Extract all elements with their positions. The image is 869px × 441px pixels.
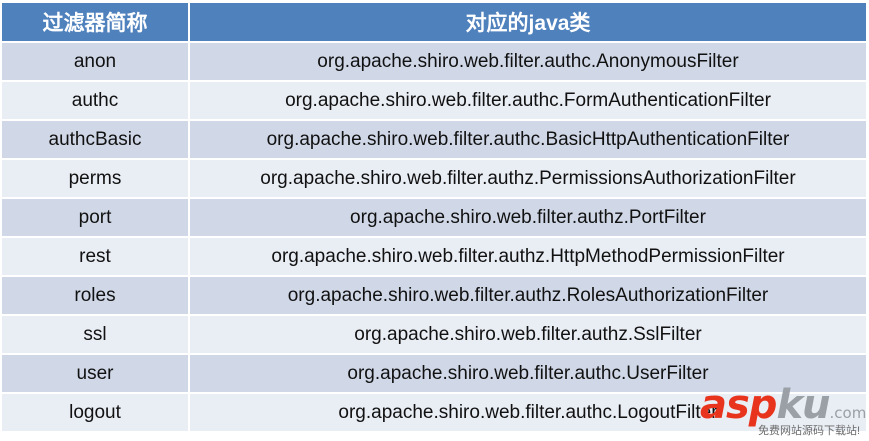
watermark-tagline: 免费网站源码下载站! — [758, 425, 861, 437]
watermark-logo: aspku.com 免费网站源码下载站! — [700, 382, 866, 440]
table-row: authc org.apache.shiro.web.filter.authc.… — [2, 82, 866, 119]
filter-name-cell: authcBasic — [2, 121, 188, 158]
java-class-cell: org.apache.shiro.web.filter.authz.SslFil… — [190, 316, 866, 353]
filter-name-cell: ssl — [2, 316, 188, 353]
table-row: port org.apache.shiro.web.filter.authz.P… — [2, 199, 866, 236]
watermark-brand-com: .com — [829, 404, 867, 422]
filter-name-cell: anon — [2, 43, 188, 80]
table-body: anon org.apache.shiro.web.filter.authc.A… — [2, 43, 866, 431]
table-row: authcBasic org.apache.shiro.web.filter.a… — [2, 121, 866, 158]
table-row: perms org.apache.shiro.web.filter.authz.… — [2, 160, 866, 197]
table-header-row: 过滤器简称 对应的java类 — [2, 3, 866, 41]
table-row: rest org.apache.shiro.web.filter.authz.H… — [2, 238, 866, 275]
filter-name-cell: roles — [2, 277, 188, 314]
table-row: ssl org.apache.shiro.web.filter.authz.Ss… — [2, 316, 866, 353]
filter-name-cell: logout — [2, 394, 188, 431]
header-filter-name: 过滤器简称 — [2, 3, 188, 41]
java-class-cell: org.apache.shiro.web.filter.authz.PortFi… — [190, 199, 866, 236]
filter-name-cell: user — [2, 355, 188, 392]
filter-name-cell: port — [2, 199, 188, 236]
java-class-cell: org.apache.shiro.web.filter.authc.FormAu… — [190, 82, 866, 119]
java-class-cell: org.apache.shiro.web.filter.authz.RolesA… — [190, 277, 866, 314]
filter-name-cell: perms — [2, 160, 188, 197]
java-class-cell: org.apache.shiro.web.filter.authz.HttpMe… — [190, 238, 866, 275]
filter-table: 过滤器简称 对应的java类 anon org.apache.shiro.web… — [2, 3, 866, 433]
java-class-cell: org.apache.shiro.web.filter.authc.BasicH… — [190, 121, 866, 158]
filter-name-cell: rest — [2, 238, 188, 275]
filter-name-cell: authc — [2, 82, 188, 119]
header-java-class: 对应的java类 — [190, 3, 866, 41]
table-row: roles org.apache.shiro.web.filter.authz.… — [2, 277, 866, 314]
java-class-cell: org.apache.shiro.web.filter.authz.Permis… — [190, 160, 866, 197]
java-class-cell: org.apache.shiro.web.filter.authc.Anonym… — [190, 43, 866, 80]
table-row: anon org.apache.shiro.web.filter.authc.A… — [2, 43, 866, 80]
